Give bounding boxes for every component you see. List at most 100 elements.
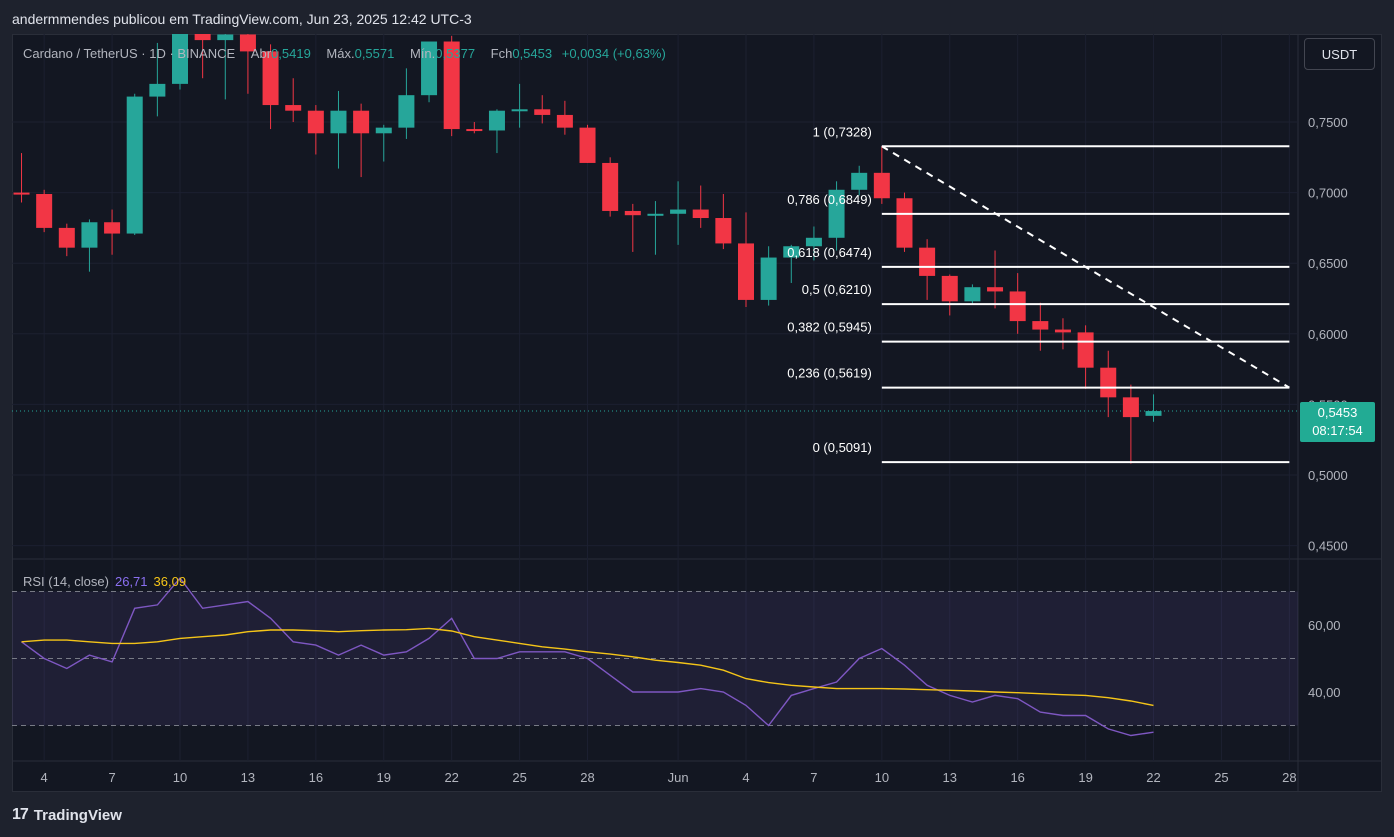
time-tick-label: Jun [668,770,689,785]
chart-canvas[interactable]: 0,75000,70000,65000,60000,55000,50000,45… [12,34,1382,792]
candle-body [58,227,75,248]
rsi-legend: RSI (14, close) 26,71 36,09 [23,574,186,589]
fib-level-label: 0,786 (0,6849) [787,192,872,207]
candle-body [941,275,958,302]
candle-body [1009,291,1026,322]
time-tick-label: 13 [943,770,957,785]
fib-level-label: 0,618 (0,6474) [787,245,872,260]
open-value: 0,5419 [271,46,311,61]
price-tick-label: 0,5000 [1308,468,1348,483]
change-value: +0,0034 (+0,63%) [561,46,666,61]
time-tick-label: 10 [173,770,187,785]
candle-body [13,192,30,195]
candle-body [670,209,687,214]
time-tick-label: 16 [1010,770,1024,785]
candle-body [896,198,913,248]
tradingview-logo-icon: 17 [12,806,29,823]
candle-body [1100,367,1117,398]
low-label: Mín. [409,46,436,61]
candle-body [873,172,890,199]
candle-body [149,83,166,97]
candle-body [534,109,551,115]
time-tick-label: 4 [41,770,48,785]
open-label: Abr [250,46,272,61]
candle-body [1077,332,1094,368]
candle-body [217,34,234,41]
high-label: Máx. [326,46,355,61]
published-by: andermmendes publicou em TradingView.com… [12,11,472,27]
candle-body [466,129,483,132]
candle-body [919,247,936,276]
candle-body [36,194,53,228]
candle-body [579,127,596,163]
candle-body [738,243,754,300]
candle-body [851,172,868,190]
rsi-title[interactable]: RSI (14, close) [23,574,109,589]
candle-body [307,110,324,134]
candle-body [330,110,347,134]
candle-body [624,210,641,216]
price-tick-label: 0,7500 [1308,115,1348,130]
close-value: 0,5453 [512,46,553,61]
bar-countdown: 08:17:54 [1312,423,1363,438]
fib-level-label: 1 (0,7328) [813,124,872,139]
candle-body [647,213,664,216]
candle-body [1145,411,1162,416]
candle-body [398,95,415,128]
candle-body [715,218,732,244]
candle-body [375,127,392,134]
price-tick-label: 0,6500 [1308,256,1348,271]
fib-level-label: 0,236 (0,5619) [787,366,872,381]
price-tick-label: 0,4500 [1308,539,1348,554]
time-tick-label: 22 [444,770,458,785]
fib-level-label: 0 (0,5091) [813,440,872,455]
low-value: 0,5377 [435,46,476,61]
time-tick-label: 28 [580,770,594,785]
candle-body [556,114,573,128]
candle-body [1032,321,1049,330]
rsi-tick-label: 40,00 [1308,685,1341,700]
candle-body [1122,397,1139,418]
time-tick-label: 19 [377,770,391,785]
candle-body [488,110,505,131]
candle-body [602,162,619,211]
symbol-label[interactable]: Cardano / TetherUS · 1D · BINANCE [23,46,235,61]
time-tick-label: 25 [512,770,526,785]
fib-level-label: 0,382 (0,5945) [787,320,872,335]
candle-body [511,109,528,112]
high-value: 0,5571 [354,46,395,61]
time-tick-label: 13 [241,770,255,785]
currency-button[interactable]: USDT [1304,38,1375,70]
candle-body [1054,329,1071,333]
fib-level-label: 0,5 (0,6210) [802,282,872,297]
rsi-value: 26,71 [114,574,148,589]
time-tick-label: 28 [1282,770,1296,785]
time-tick-label: 19 [1078,770,1092,785]
rsi-tick-label: 60,00 [1308,618,1341,633]
candle-body [194,34,211,41]
candle-body [126,96,143,234]
candle-body [285,105,302,111]
time-tick-label: 4 [742,770,749,785]
price-tick-label: 0,7000 [1308,186,1348,201]
time-tick-label: 22 [1146,770,1160,785]
candle-body [964,287,981,302]
candle-body [692,209,709,219]
candle-body [353,110,370,134]
close-label: Fch [490,46,513,61]
candle-body [104,222,121,234]
time-tick-label: 10 [875,770,889,785]
price-tick-label: 0,6000 [1308,327,1348,342]
tradingview-footer[interactable]: 17 TradingView [12,806,122,824]
time-tick-label: 25 [1214,770,1228,785]
candle-body [760,257,777,300]
ohlc-legend: Cardano / TetherUS · 1D · BINANCE Abr0,5… [23,46,666,61]
time-tick-label: 7 [108,770,115,785]
rsi-ma-value: 36,09 [153,574,187,589]
last-price-tag: 0,5453 08:17:54 [1300,402,1375,442]
time-tick-label: 7 [810,770,817,785]
candle-body [987,287,1004,292]
brand-name: TradingView [33,806,122,824]
time-tick-label: 16 [309,770,323,785]
candle-body [81,222,98,248]
